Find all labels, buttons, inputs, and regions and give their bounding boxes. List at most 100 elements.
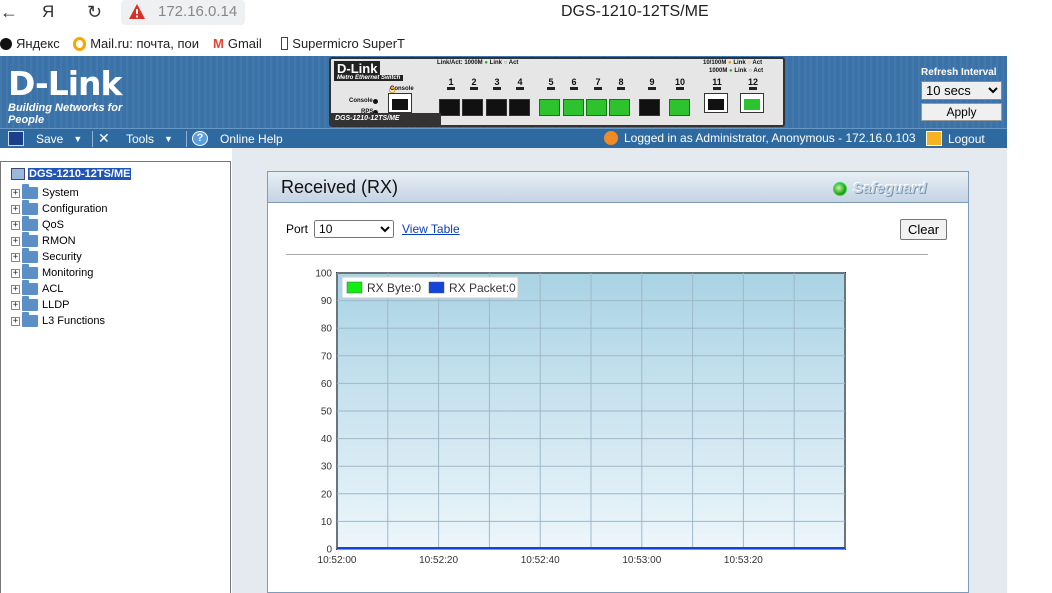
expand-icon[interactable]: + [11, 188, 20, 198]
page-icon [281, 37, 289, 50]
tree-item-label: LLDP [42, 299, 70, 311]
expand-icon[interactable]: + [11, 300, 20, 310]
port-10[interactable] [669, 99, 690, 116]
url-text[interactable]: 172.16.0.14 [158, 3, 237, 20]
linkact-text: Link/Act: 1000M [437, 60, 483, 66]
port-5[interactable] [539, 99, 560, 116]
folder-icon [22, 296, 38, 311]
help-label: Online Help [220, 131, 283, 146]
console-port[interactable] [388, 93, 412, 113]
port-11[interactable] [704, 93, 728, 113]
y-tick-label: 80 [321, 324, 333, 335]
port-8[interactable] [609, 99, 630, 116]
reload-icon[interactable]: ↻ [87, 2, 102, 23]
expand-icon[interactable]: + [11, 236, 20, 246]
tree-root[interactable]: DGS-1210-12TS/ME [11, 168, 132, 180]
back-arrow-icon[interactable]: ← [0, 2, 18, 23]
port-number: 10 [673, 77, 687, 90]
expand-icon[interactable]: + [11, 268, 20, 278]
port-6[interactable] [563, 99, 584, 116]
tree-item-l3-functions[interactable]: + L3 Functions [11, 312, 105, 327]
bookmark-supermicro[interactable]: Supermicro SuperT [281, 36, 405, 51]
folder-icon [22, 200, 38, 215]
expand-icon[interactable]: + [11, 316, 20, 326]
tree-item-label: System [42, 187, 79, 199]
port-4[interactable] [509, 99, 530, 116]
logout-label: Logout [948, 131, 985, 146]
clear-button[interactable]: Clear [900, 219, 947, 240]
port-number: 11 [710, 77, 724, 90]
x-tick-label: 10:52:40 [521, 555, 560, 566]
content-margin [1007, 148, 1052, 593]
port-number: 12 [746, 77, 760, 90]
logout-key-icon [926, 131, 942, 146]
tree-item-security[interactable]: + Security [11, 248, 82, 263]
port-2[interactable] [462, 99, 483, 116]
tree-item-qos[interactable]: + QoS [11, 216, 65, 231]
refresh-interval: Refresh Interval 10 secs Apply [921, 67, 1005, 121]
tree-item-configuration[interactable]: + Configuration [11, 200, 107, 215]
expand-icon[interactable]: + [11, 204, 20, 214]
port-number: 9 [647, 77, 657, 90]
port-number: 2 [469, 77, 479, 90]
legend-1000-text: 1000M [709, 68, 728, 74]
logo-tagline: Building Networks for People [8, 102, 123, 126]
tree-item-system[interactable]: + System [11, 184, 79, 199]
dlink-logo: D-Link Building Networks for People [8, 64, 156, 127]
safeguard-label: Safeguard [853, 180, 927, 197]
sfp-legend-100: 10/100M ● Link ○ Act [703, 60, 763, 66]
refresh-select[interactable]: 10 secs [921, 81, 1002, 100]
legend-swatch [346, 281, 363, 294]
y-tick-label: 0 [326, 545, 332, 556]
panel-title: Received (RX) [281, 177, 399, 197]
view-table-link[interactable]: View Table [402, 222, 460, 236]
safeguard-indicator: Safeguard [833, 178, 950, 199]
y-tick-label: 10 [321, 517, 333, 528]
legend-label: RX Packet:0 [449, 281, 516, 295]
expand-icon[interactable]: + [11, 220, 20, 230]
caret-down-icon: ▼ [164, 133, 173, 144]
online-help-menu[interactable]: ? Online Help [192, 131, 283, 146]
port-12[interactable] [740, 93, 764, 113]
legend-100-text: 10/100M [703, 60, 727, 66]
user-icon [604, 131, 618, 145]
bookmark-label: Gmail [227, 36, 262, 51]
y-tick-label: 70 [321, 351, 333, 362]
port-number: 1 [446, 77, 456, 90]
port-7[interactable] [586, 99, 607, 116]
bookmark-mailru[interactable]: Mail.ru: почта, пои [73, 36, 199, 51]
x-tick-label: 10:53:20 [724, 555, 763, 566]
expand-icon[interactable]: + [11, 284, 20, 294]
tree-item-acl[interactable]: + ACL [11, 280, 64, 295]
console-label-text: Console [390, 86, 414, 92]
yandex-icon[interactable]: Я [42, 2, 54, 22]
port-3[interactable] [486, 99, 507, 116]
tree-item-monitoring[interactable]: + Monitoring [11, 264, 93, 279]
folder-icon [22, 232, 38, 247]
port-selector-row: Port 10 View Table [286, 220, 460, 238]
bookmark-yandex[interactable]: Яндекс [0, 36, 60, 51]
navigation-tree: DGS-1210-12TS/ME + System + Configuration … [0, 161, 231, 593]
x-tick-label: 10:52:20 [419, 555, 458, 566]
logo-brand: D-Link [8, 64, 122, 103]
login-status-text: Logged in as Administrator, Anonymous - … [624, 131, 916, 145]
port-9[interactable] [639, 99, 660, 116]
port-select[interactable]: 10 [314, 220, 395, 238]
y-tick-label: 60 [321, 379, 333, 390]
expand-icon[interactable]: + [11, 252, 20, 262]
tree-item-rmon[interactable]: + RMON [11, 232, 76, 247]
caret-down-icon: ▼ [73, 133, 83, 144]
tree-item-label: QoS [42, 219, 65, 231]
port-number: 3 [492, 77, 502, 90]
tools-menu[interactable]: ✕ Tools ▼ [98, 131, 173, 146]
warning-triangle-icon[interactable] [128, 3, 146, 21]
tree-item-label: ACL [42, 283, 64, 295]
bookmark-gmail[interactable]: M Gmail [213, 36, 262, 51]
apply-button[interactable]: Apply [921, 103, 1002, 121]
bookmark-label: Mail.ru: почта, пои [90, 36, 199, 51]
port-1[interactable] [439, 99, 460, 116]
folder-icon [22, 216, 38, 231]
tree-item-lldp[interactable]: + LLDP [11, 296, 70, 311]
logout-link[interactable]: Logout [926, 131, 985, 146]
save-menu[interactable]: Save ▼ [8, 131, 82, 146]
